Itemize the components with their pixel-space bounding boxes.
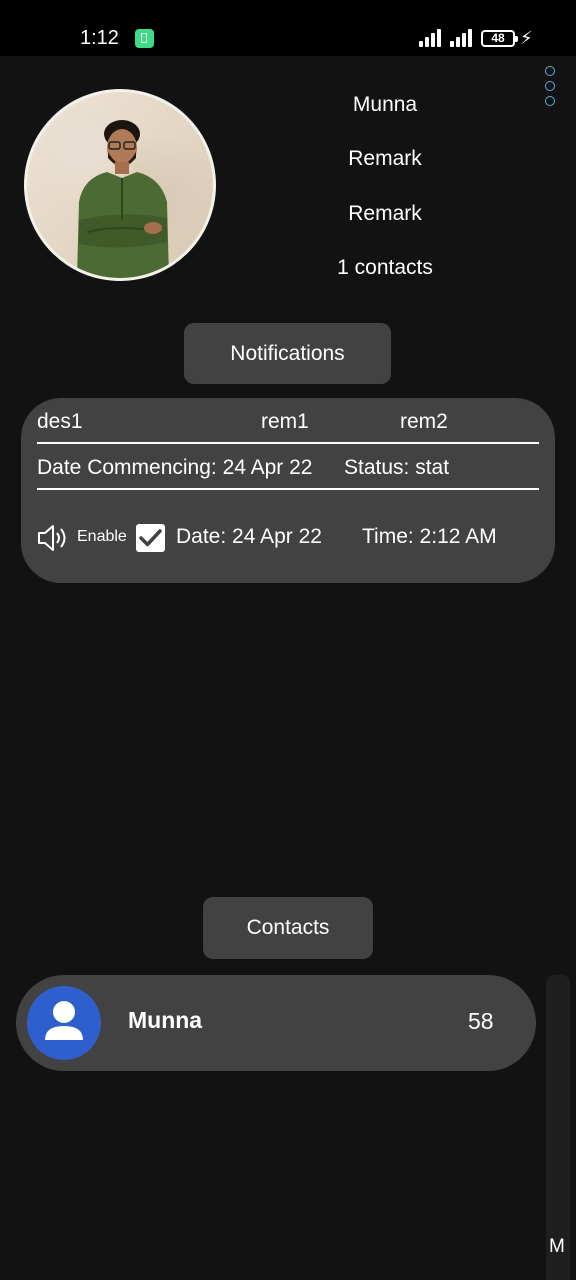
notification-date: Date: 24 Apr 22 <box>176 525 322 548</box>
notifications-button[interactable]: Notifications <box>184 323 391 384</box>
checkmark-icon <box>139 529 162 547</box>
notification-description: des1 <box>37 410 83 433</box>
contact-name: Munna <box>128 1007 203 1033</box>
person-photo-icon <box>77 120 169 278</box>
notification-rem2: rem2 <box>400 410 448 433</box>
charging-icon: ⚡ <box>520 28 533 48</box>
notification-status: Status: stat <box>344 456 450 479</box>
contact-avatar <box>27 986 101 1060</box>
speaker-icon[interactable] <box>37 522 70 554</box>
signal-icon <box>450 29 474 47</box>
contact-count: 58 <box>468 1008 494 1034</box>
status-time: 1:12 <box>80 27 119 49</box>
profile-contacts-count: 1 contacts <box>337 256 433 279</box>
battery-saver-icon <box>135 29 154 48</box>
divider <box>37 442 539 444</box>
profile-remark-2: Remark <box>348 202 422 225</box>
contacts-button[interactable]: Contacts <box>203 897 373 959</box>
sound-enable-label: Enable <box>77 528 127 545</box>
profile-remark-1: Remark <box>348 147 422 170</box>
person-icon <box>45 1001 83 1040</box>
enable-checkbox[interactable] <box>136 524 165 552</box>
profile-photo <box>27 92 213 278</box>
more-options-icon[interactable] <box>540 64 560 108</box>
profile-avatar[interactable] <box>24 89 216 281</box>
index-letter-m[interactable]: M <box>549 1236 565 1258</box>
signal-icon <box>419 29 443 47</box>
alphabet-index-scroller[interactable] <box>546 975 570 1280</box>
contact-list-item[interactable]: Munna 58 <box>16 975 536 1071</box>
notification-card[interactable]: des1 rem1 rem2 Date Commencing: 24 Apr 2… <box>21 398 555 583</box>
battery-icon: 48 <box>481 30 518 47</box>
status-bar: 1:12 48 ⚡ <box>0 0 576 56</box>
notification-date-commencing: Date Commencing: 24 Apr 22 <box>37 456 313 479</box>
divider <box>37 488 539 490</box>
profile-name: Munna <box>352 93 418 116</box>
notification-rem1: rem1 <box>261 410 309 433</box>
notification-time: Time: 2:12 AM <box>362 525 497 548</box>
